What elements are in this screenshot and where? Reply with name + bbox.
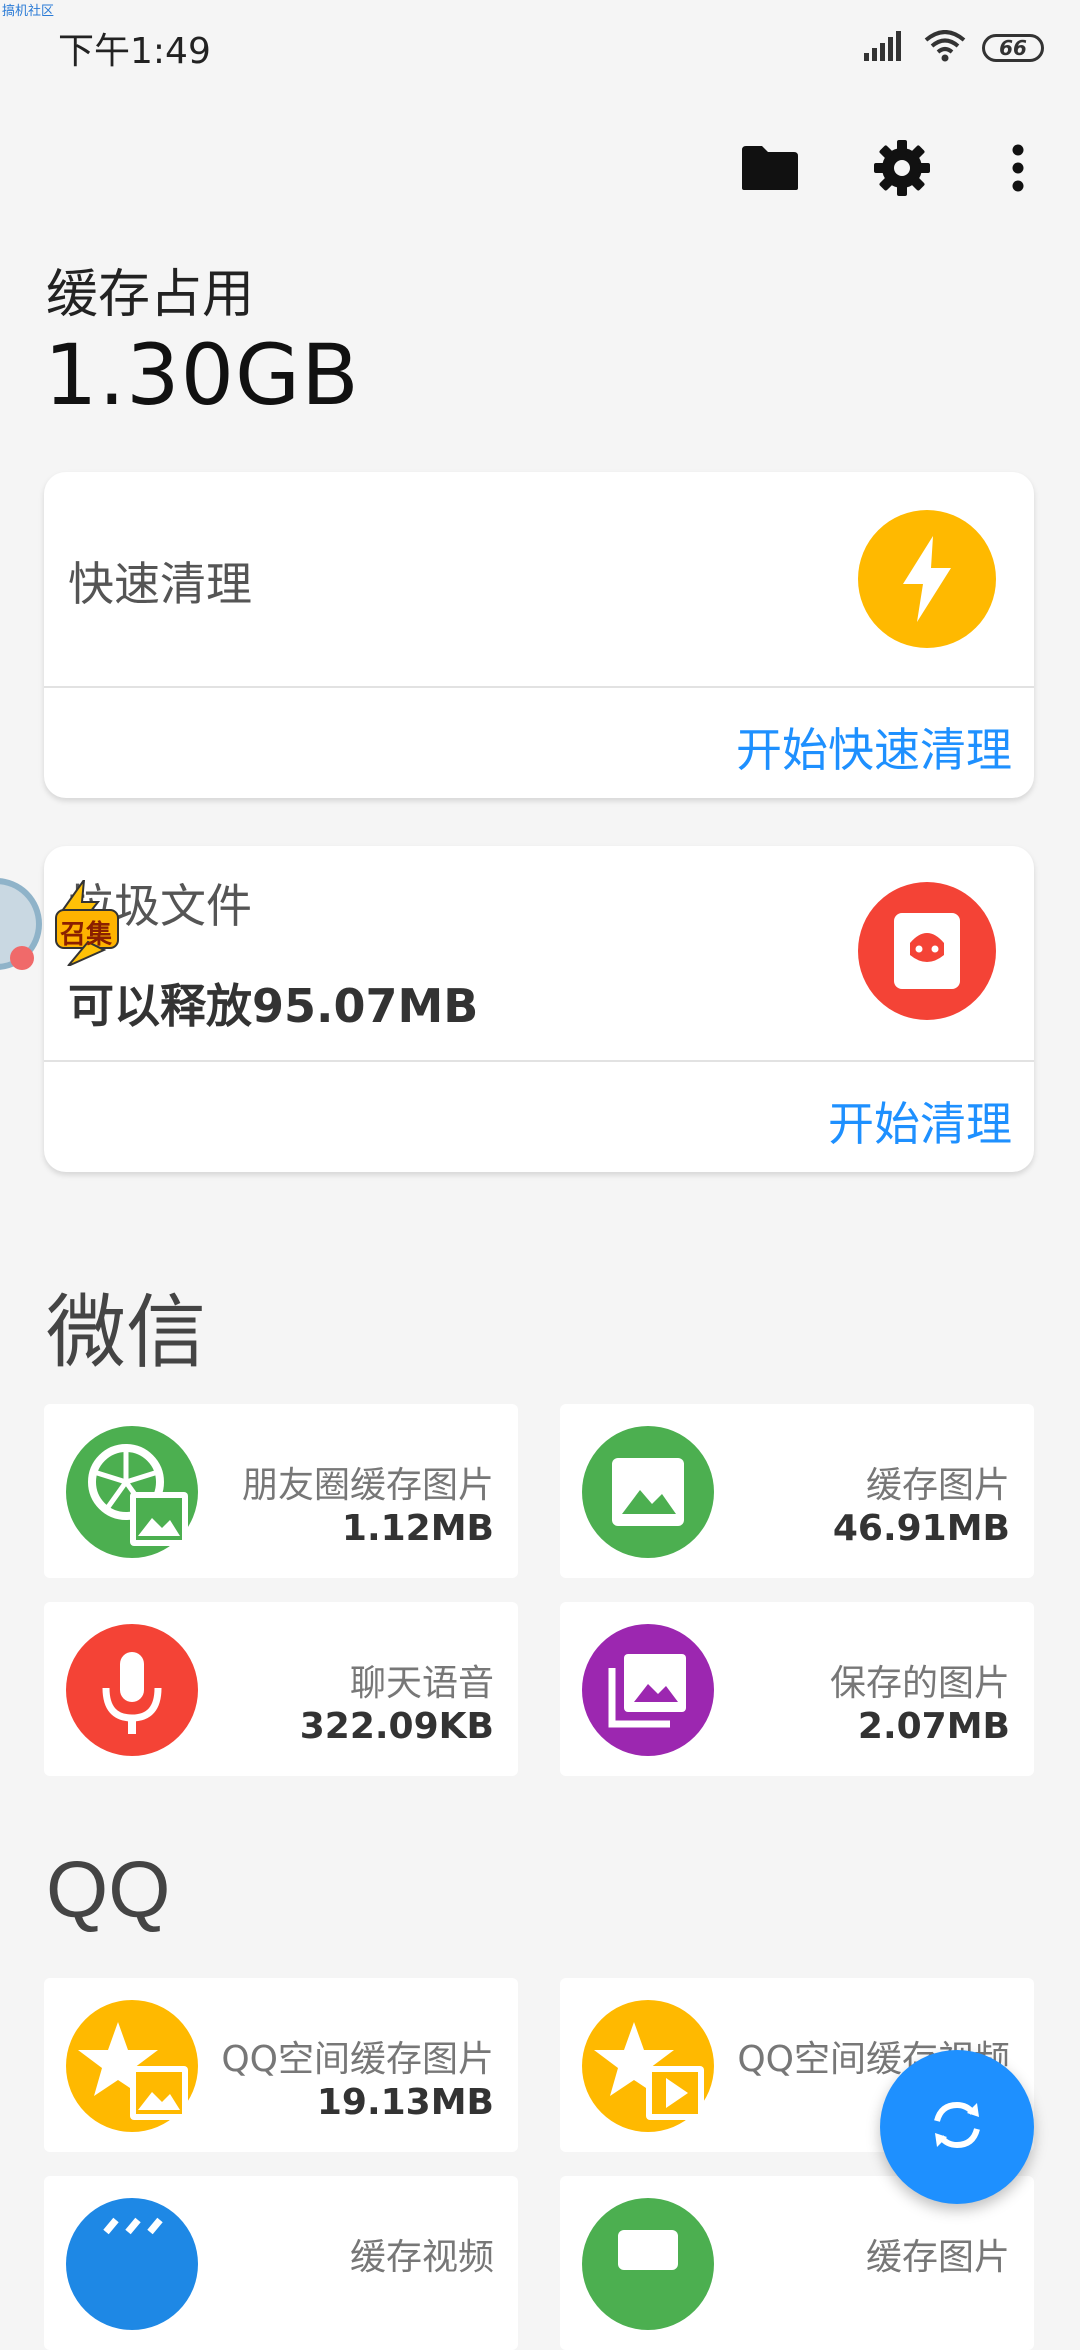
wechat-cached-images-tile[interactable]: 缓存图片 46.91MB (560, 1404, 1034, 1578)
junk-files-subtitle: 可以释放95.07MB (68, 979, 479, 1033)
qzone-image-icon (66, 2000, 198, 2132)
watermark: 搞机社区 (2, 4, 55, 19)
lightning-icon (858, 510, 996, 648)
cache-usage-size: 1.30GB (44, 326, 360, 424)
tile-label: 缓存视频 (349, 2237, 494, 2278)
tile-label: 聊天语音 (349, 1663, 494, 1704)
status-bar: 搞机社区 下午1:49 66 (0, 0, 1080, 96)
image-icon (582, 1426, 714, 1558)
cache-usage-label: 缓存占用 (46, 265, 255, 325)
quick-clean-title: 快速清理 (68, 557, 252, 611)
battery-indicator: 66 (982, 34, 1044, 62)
tile-label: 缓存图片 (865, 1465, 1010, 1506)
status-icons: 66 (864, 28, 1044, 68)
tile-value: 46.91MB (832, 1508, 1010, 1549)
more-vert-icon[interactable] (986, 136, 1050, 200)
qzone-images-tile[interactable]: QQ空间缓存图片 19.13MB (44, 1978, 518, 2152)
wechat-moments-images-tile[interactable]: 朋友圈缓存图片 1.12MB (44, 1404, 518, 1578)
qzone-video-icon (582, 2000, 714, 2132)
qq-cached-videos-tile[interactable]: 缓存视频 (44, 2176, 518, 2350)
signal-icon (864, 31, 908, 65)
wechat-saved-images-tile[interactable]: 保存的图片 2.07MB (560, 1602, 1034, 1776)
summon-badge-text: 召集 (60, 920, 113, 950)
start-clean-button[interactable]: 开始清理 (828, 1088, 1012, 1154)
tile-value: 1.12MB (341, 1508, 494, 1549)
junk-files-card: 垃圾文件 可以释放95.07MB 开始清理 (44, 846, 1034, 1172)
quick-clean-card: 快速清理 开始快速清理 (44, 472, 1034, 798)
qq-section-title: QQ (46, 1845, 171, 1934)
tile-value: 2.07MB (857, 1706, 1010, 1747)
tile-label: 朋友圈缓存图片 (241, 1465, 494, 1506)
moments-image-icon (66, 1426, 198, 1558)
refresh-fab[interactable] (880, 2050, 1034, 2204)
folder-icon[interactable] (738, 136, 802, 200)
robot-icon (858, 882, 996, 1020)
summon-badge-icon[interactable]: 召集 (54, 876, 120, 967)
status-time: 下午1:49 (58, 31, 211, 72)
gear-icon[interactable] (870, 136, 934, 200)
gallery-icon (582, 1624, 714, 1756)
microphone-icon (66, 1624, 198, 1756)
video-icon (66, 2198, 198, 2330)
divider (44, 1060, 1034, 1062)
start-quick-clean-button[interactable]: 开始快速清理 (736, 714, 1012, 780)
tile-value: 19.13MB (316, 2082, 494, 2123)
tile-label: QQ空间缓存图片 (221, 2039, 494, 2080)
refresh-icon (925, 2093, 989, 2161)
image-icon (582, 2198, 714, 2330)
tile-label: 缓存图片 (865, 2237, 1010, 2278)
wechat-section-title: 微信 (46, 1286, 206, 1379)
wechat-voice-tile[interactable]: 聊天语音 322.09KB (44, 1602, 518, 1776)
tile-value: 322.09KB (299, 1706, 494, 1747)
divider (44, 686, 1034, 688)
floating-avatar[interactable] (0, 874, 50, 970)
tile-label: 保存的图片 (829, 1663, 1010, 1704)
wifi-icon (924, 30, 966, 66)
